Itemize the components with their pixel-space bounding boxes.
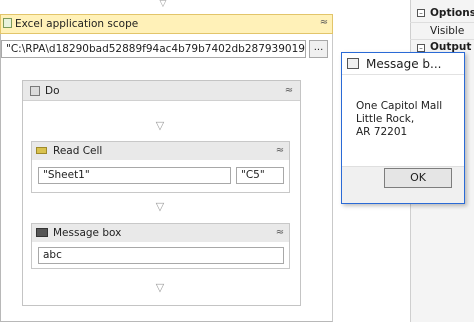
drop-arrow[interactable]: ▽ (154, 282, 166, 293)
workbook-path-input[interactable]: "C:\RPA\d18290bad52889f94ac4b79b7402db28… (1, 40, 306, 58)
window-icon (347, 58, 359, 69)
drop-arrow[interactable]: ▽ (154, 120, 166, 131)
expand-icon[interactable]: – (417, 9, 425, 17)
divider (410, 22, 474, 23)
do-sequence (22, 80, 301, 306)
cell-address-input[interactable]: "C5" (236, 167, 284, 184)
expand-icon[interactable]: – (417, 44, 425, 52)
read-cell-title: Read Cell (53, 145, 103, 157)
properties-options-category[interactable]: Options (430, 7, 474, 19)
read-cell-icon (36, 147, 47, 154)
ok-button[interactable]: OK (384, 168, 452, 188)
dialog-message: One Capitol Mall Little Rock, AR 72201 (356, 100, 443, 138)
collapse-icon[interactable]: ≈ (274, 144, 286, 158)
collapse-icon[interactable]: ≈ (318, 16, 330, 30)
message-text-input[interactable]: abc (38, 247, 284, 264)
browse-button[interactable]: ... (309, 40, 328, 58)
scope-title: Excel application scope (15, 18, 139, 30)
collapse-icon[interactable]: ≈ (274, 226, 286, 240)
sequence-icon (30, 86, 40, 96)
sheet-name-input[interactable]: "Sheet1" (38, 167, 231, 184)
drop-arrow[interactable]: ▽ (154, 201, 166, 212)
divider (410, 39, 474, 40)
message-box-icon (36, 228, 48, 237)
dialog-title: Message b... (366, 57, 442, 71)
excel-scope-icon (3, 18, 12, 28)
drop-arrow-top: ▽ (159, 0, 167, 9)
message-box-title: Message box (53, 227, 122, 239)
do-sequence-header[interactable] (23, 81, 300, 101)
collapse-icon[interactable]: ≈ (283, 84, 295, 98)
properties-visible-label: Visible (430, 25, 465, 37)
do-sequence-title: Do (45, 85, 60, 97)
